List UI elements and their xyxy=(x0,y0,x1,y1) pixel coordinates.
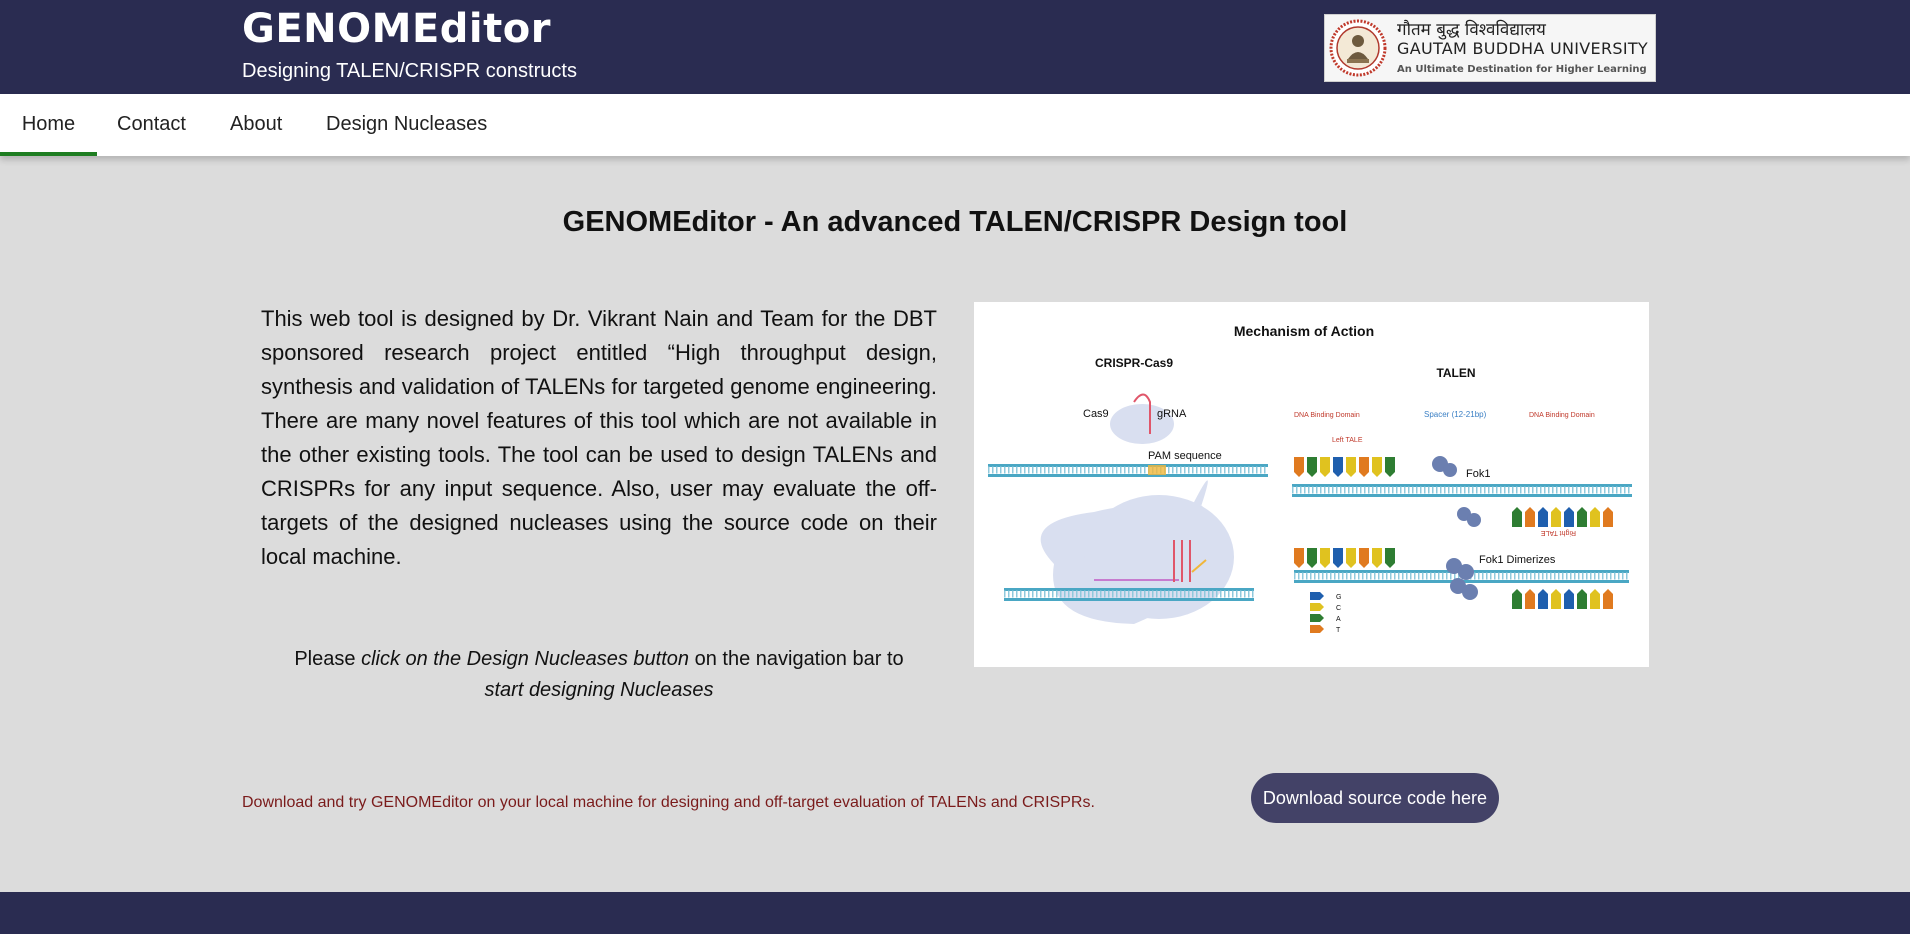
university-logo[interactable]: गौतम बुद्ध विश्वविद्यालय GAUTAM BUDDHA U… xyxy=(1324,14,1656,82)
university-tagline: An Ultimate Destination for Higher Learn… xyxy=(1397,64,1647,75)
instruction-part-2: click on the Design Nucleases button xyxy=(361,648,690,670)
talen-left-repeats xyxy=(1294,457,1395,477)
mechanism-diagram: Mechanism of Action CRISPR-Cas9 TALEN Ca… xyxy=(988,323,1632,634)
site-footer xyxy=(0,892,1910,934)
instruction-part-3: on the navigation bar to xyxy=(689,648,904,670)
figure-fok1: Fok1 xyxy=(1466,468,1490,480)
talen-right-repeats xyxy=(1512,507,1613,527)
intro-paragraph: This web tool is designed by Dr. Vikrant… xyxy=(261,306,937,569)
legend-a: A xyxy=(1336,616,1341,623)
download-source-button[interactable]: Download source code here xyxy=(1251,773,1499,823)
figure-cas9-label: Cas9 xyxy=(1083,408,1109,420)
instruction-part-1: Please xyxy=(294,648,362,670)
legend-c: C xyxy=(1336,605,1341,612)
talen-dimer-left-repeats xyxy=(1294,548,1395,568)
nav-home[interactable]: Home xyxy=(0,94,97,156)
figure-pam-label: PAM sequence xyxy=(1148,450,1222,462)
mechanism-figure: Mechanism of Action CRISPR-Cas9 TALEN Ca… xyxy=(974,302,1649,667)
figure-talen-label: TALEN xyxy=(1436,366,1475,380)
nav-about[interactable]: About xyxy=(230,94,282,156)
page-title: GENOMEditor - An advanced TALEN/CRISPR D… xyxy=(562,206,1348,238)
figure-dbd-right: DNA Binding Domain xyxy=(1529,412,1595,419)
figure-grna-label: gRNA xyxy=(1157,408,1187,420)
nav-design-nucleases[interactable]: Design Nucleases xyxy=(326,94,487,156)
site-subtitle: Designing TALEN/CRISPR constructs xyxy=(242,60,577,82)
figure-right-tale: Right TALE xyxy=(1541,529,1576,536)
university-name: GAUTAM BUDDHA UNIVERSITY xyxy=(1397,39,1649,58)
crispr-dna-bottom xyxy=(988,474,1268,477)
figure-dbd-left: DNA Binding Domain xyxy=(1294,412,1360,419)
figure-crispr-label: CRISPR-Cas9 xyxy=(1095,356,1173,370)
university-seal-icon xyxy=(1329,19,1387,77)
site-title: GENOMEditor xyxy=(242,6,551,52)
figure-fok1-dimer: Fok1 Dimerizes xyxy=(1479,554,1556,566)
instruction-part-4: start designing Nucleases xyxy=(484,679,714,701)
nav-contact[interactable]: Contact xyxy=(117,94,186,156)
legend-t: T xyxy=(1336,627,1341,634)
site-header: GENOMEditor Designing TALEN/CRISPR const… xyxy=(0,0,1910,94)
instruction-text: Please click on the Design Nucleases but… xyxy=(261,644,937,706)
legend-g: G xyxy=(1336,594,1341,601)
figure-left-tale: Left TALE xyxy=(1332,437,1363,444)
university-hindi-name: गौतम बुद्ध विश्वविद्यालय xyxy=(1397,20,1546,40)
figure-spacer: Spacer (12-21bp) xyxy=(1424,410,1487,419)
main-nav: Home Contact About Design Nucleases xyxy=(0,94,1910,156)
pam-site xyxy=(1148,465,1166,475)
talen-dimer-right-repeats xyxy=(1512,589,1613,609)
download-description: Download and try GENOMEditor on your loc… xyxy=(242,794,1095,811)
figure-title: Mechanism of Action xyxy=(1234,323,1374,339)
